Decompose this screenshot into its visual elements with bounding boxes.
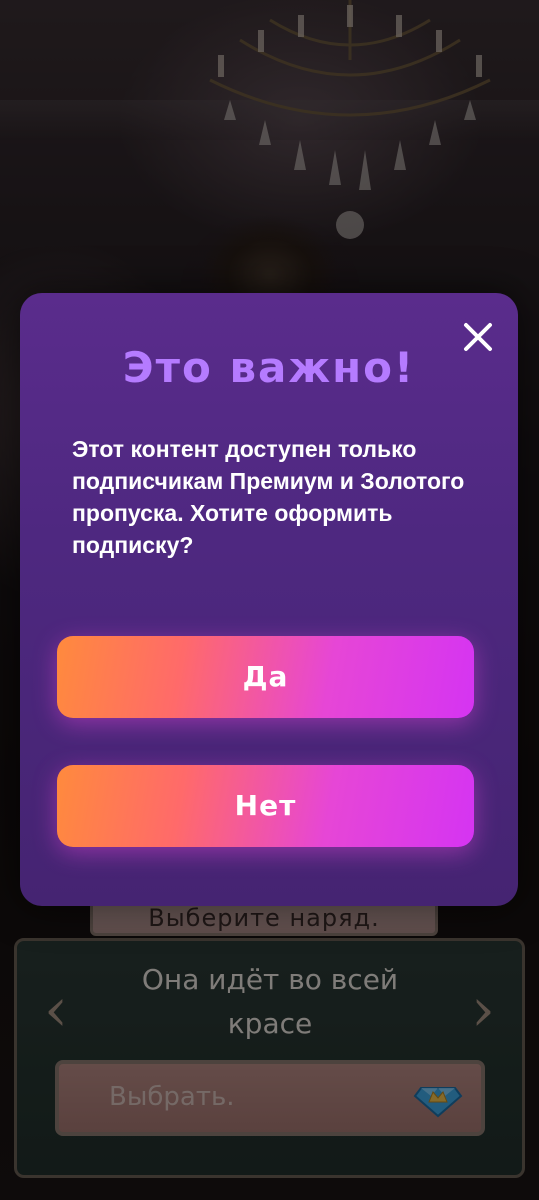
dialog-message: Этот контент доступен только подписчикам… (72, 436, 465, 558)
subscription-dialog: Это важно! Этот контент доступен только … (20, 293, 518, 906)
dialog-title: Это важно! (122, 343, 416, 392)
game-screen: Выберите наряд. ‹ › Она идёт во всей кра… (0, 0, 539, 1200)
yes-button[interactable]: Да (57, 636, 474, 718)
no-button[interactable]: Нет (57, 765, 474, 847)
